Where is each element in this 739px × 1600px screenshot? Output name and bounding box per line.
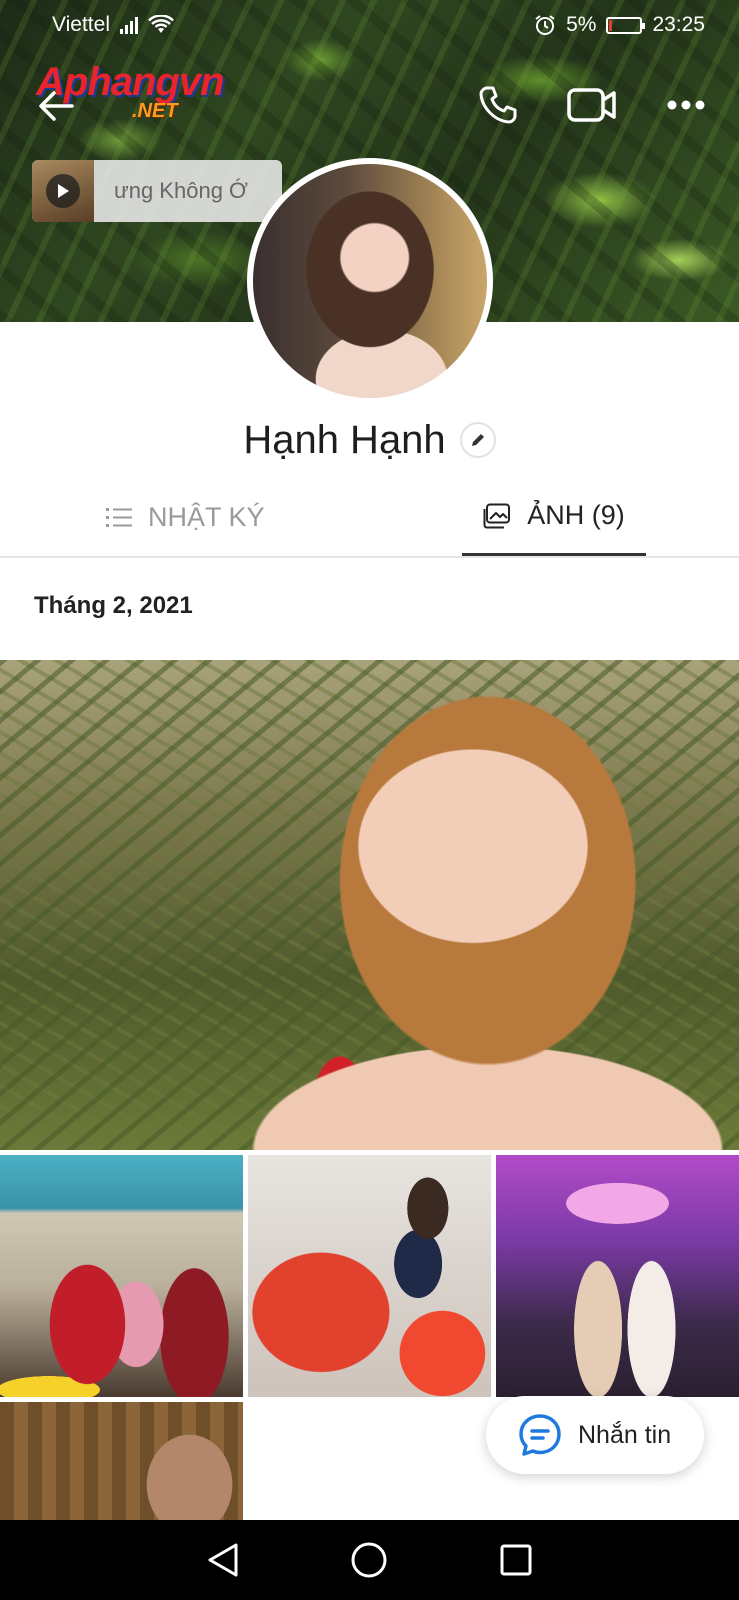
photo-item[interactable] <box>248 1155 491 1397</box>
play-button[interactable] <box>46 174 80 208</box>
photo-item[interactable] <box>496 1155 739 1397</box>
call-button[interactable] <box>473 80 523 130</box>
nav-recents-button[interactable] <box>494 1538 538 1582</box>
play-icon <box>58 184 69 198</box>
battery-percent: 5% <box>566 13 597 36</box>
edit-name-button[interactable] <box>459 422 496 458</box>
tab-photos-label: ẢNH (9) <box>527 500 625 530</box>
phone-icon <box>479 86 517 124</box>
triangle-back-icon <box>208 1543 238 1577</box>
back-button[interactable] <box>34 84 78 128</box>
battery-icon <box>606 16 646 34</box>
music-thumbnail <box>32 160 94 222</box>
system-navigation-bar <box>0 1520 739 1600</box>
watermark-sub: .NET <box>132 100 178 122</box>
profile-tabs: NHẬT KÝ ẢNH (9) <box>0 478 739 558</box>
carrier-name: Viettel <box>52 13 110 36</box>
music-title: ưng Không Ớ <box>114 178 248 203</box>
nav-back-button[interactable] <box>201 1538 245 1582</box>
status-bar: Viettel 5% 23:25 <box>0 0 739 50</box>
arrow-left-icon <box>39 91 74 121</box>
tab-diary-label: NHẬT KÝ <box>148 501 265 532</box>
section-date-header: Tháng 2, 2021 <box>34 592 193 619</box>
circle-home-icon <box>351 1542 387 1578</box>
avatar[interactable] <box>247 158 493 404</box>
status-right: 5% 23:25 <box>534 13 705 37</box>
signal-icon <box>120 16 138 34</box>
message-button[interactable]: Nhắn tin <box>486 1396 704 1474</box>
tab-diary[interactable]: NHẬT KÝ <box>106 478 265 556</box>
more-dots-icon <box>667 100 705 110</box>
nav-home-button[interactable] <box>347 1538 391 1582</box>
video-call-button[interactable] <box>567 80 617 130</box>
clock: 23:25 <box>652 13 705 36</box>
top-action-bar: Aphangvn .NET <box>0 58 739 148</box>
alarm-icon <box>535 15 555 35</box>
photo-item[interactable] <box>0 660 739 1150</box>
status-left: Viettel <box>52 13 174 37</box>
photo-icon <box>483 503 511 528</box>
profile-music-chip[interactable]: ưng Không Ớ <box>32 160 282 222</box>
profile-name-row: Hạnh Hạnh <box>0 410 739 470</box>
message-button-label: Nhắn tin <box>578 1420 672 1449</box>
profile-name: Hạnh Hạnh <box>243 417 446 462</box>
photo-item[interactable] <box>0 1402 243 1520</box>
list-icon <box>106 508 132 527</box>
photo-item[interactable] <box>0 1155 243 1397</box>
square-recents-icon <box>500 1544 532 1576</box>
more-options-button[interactable] <box>661 80 711 130</box>
pencil-icon <box>471 434 484 446</box>
video-camera-icon <box>567 88 616 122</box>
chat-bubble-icon <box>519 1414 561 1456</box>
wifi-icon <box>148 15 174 33</box>
tab-photos[interactable]: ẢNH (9) <box>462 478 646 556</box>
top-actions <box>473 80 711 130</box>
